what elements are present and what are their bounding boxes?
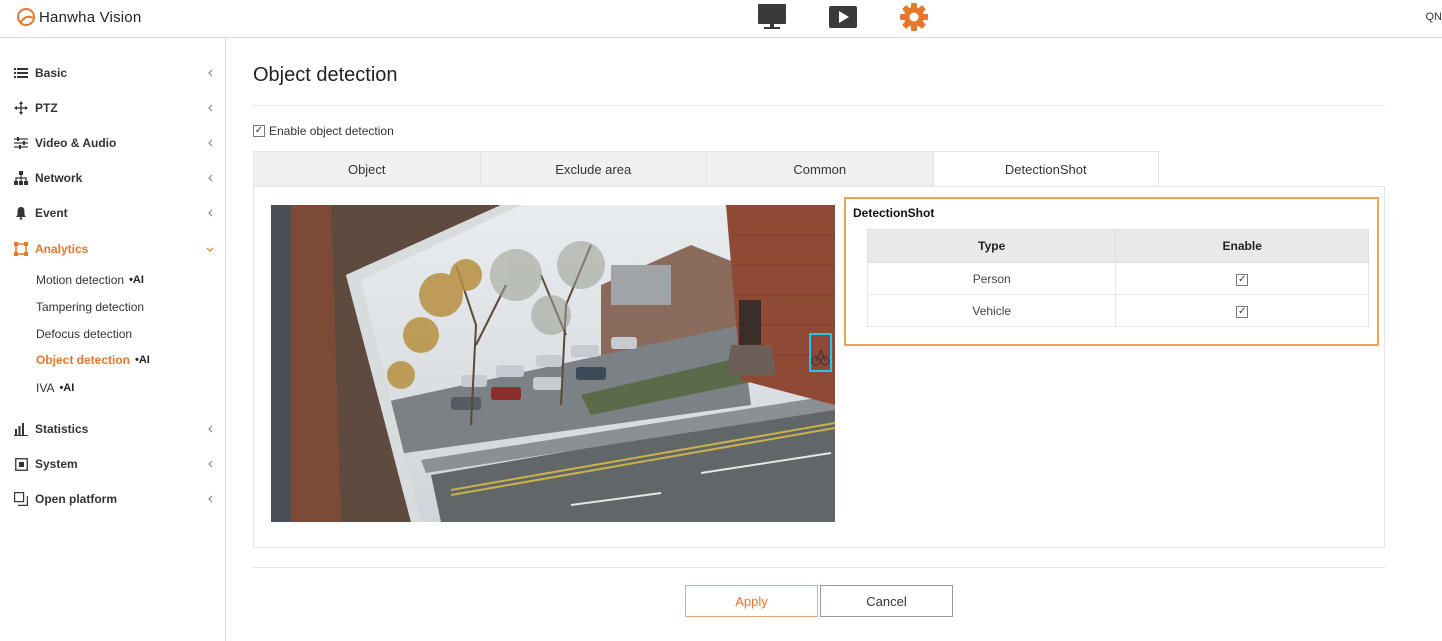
sidebar-item-label: Event (35, 206, 68, 220)
platform-icon (14, 492, 28, 506)
camera-preview[interactable] (271, 205, 835, 522)
ai-badge: •AI (135, 354, 150, 366)
detectionshot-table: Type Enable Person ✓ Vehicle ✓ (866, 229, 1369, 327)
sidebar-subitem-tampering-detection[interactable]: Tampering detection (36, 298, 144, 316)
play-icon (829, 6, 857, 28)
enable-object-detection-label: Enable object detection (269, 124, 394, 138)
main-content: Object detection ✓ Enable object detecti… (227, 38, 1442, 641)
camera-scene-image (271, 205, 835, 522)
bell-icon (14, 206, 28, 220)
list-icon (14, 66, 28, 80)
tab-exclude-area[interactable]: Exclude area (479, 151, 706, 187)
sidebar-item-ptz[interactable]: PTZ (0, 94, 226, 122)
sidebar-item-label: Open platform (35, 492, 118, 506)
sidebar-subitem-label: Defocus detection (36, 327, 133, 341)
title-divider (253, 105, 1385, 106)
detectionshot-section: DetectionShot Type Enable Person ✓ Vehic… (844, 197, 1379, 346)
sidebar-subitem-defocus-detection[interactable]: Defocus detection (36, 325, 132, 343)
sidebar-item-label: PTZ (35, 101, 58, 115)
table-row: Person ✓ (866, 262, 1369, 295)
sidebar-item-label: Network (35, 171, 83, 185)
sidebar-item-basic[interactable]: Basic (0, 59, 226, 87)
sidebar-item-open-platform[interactable]: Open platform (0, 485, 226, 513)
sidebar-subitem-object-detection[interactable]: Object detection •AI (36, 351, 150, 369)
sidebar-item-label: Analytics (35, 242, 89, 256)
gear-icon (900, 3, 928, 31)
system-icon (14, 457, 28, 471)
table-row: Vehicle ✓ (866, 294, 1369, 327)
tab-common[interactable]: Common (706, 151, 933, 187)
chevron-down-icon (206, 247, 214, 252)
sidebar-item-analytics[interactable]: Analytics (0, 235, 226, 263)
sidebar-subitem-motion-detection[interactable]: Motion detection •AI (36, 271, 144, 289)
hanwha-logo-icon (17, 8, 35, 26)
playback-button[interactable] (826, 2, 860, 32)
monitor-icon (758, 4, 786, 29)
footer-divider (253, 567, 1385, 568)
sidebar-subitem-label: Motion detection (36, 273, 125, 287)
sidebar-subitem-label: Tampering detection (36, 300, 145, 314)
detection-tabs: Object Exclude area Common DetectionShot (253, 151, 1159, 187)
sidebar-subitem-label: Object detection (36, 353, 131, 367)
live-view-button[interactable] (755, 2, 789, 32)
chevron-left-icon (208, 174, 213, 182)
column-header-enable: Enable (1115, 229, 1369, 263)
brand-name: Hanwha Vision (39, 8, 142, 26)
enable-object-detection-checkbox[interactable]: ✓ (253, 125, 265, 137)
ai-badge: •AI (129, 274, 144, 286)
top-header: Hanwha Vision QN (0, 0, 1442, 38)
chevron-left-icon (208, 104, 213, 112)
sidebar-item-label: Statistics (35, 422, 89, 436)
sidebar-item-label: Basic (35, 66, 68, 80)
enable-person-cell: ✓ (1115, 262, 1369, 295)
sidebar-item-video-audio[interactable]: Video & Audio (0, 129, 226, 157)
enable-person-checkbox[interactable]: ✓ (1236, 274, 1249, 286)
chevron-left-icon (208, 495, 213, 503)
chevron-left-icon (208, 69, 213, 77)
sidebar-item-label: System (35, 457, 78, 471)
cancel-button[interactable]: Cancel (820, 585, 953, 617)
ai-badge: •AI (59, 382, 75, 394)
tab-detectionshot[interactable]: DetectionShot (932, 151, 1159, 187)
column-header-type: Type (866, 229, 1117, 263)
top-nav (755, 2, 968, 32)
setup-button[interactable] (897, 2, 931, 32)
tab-object[interactable]: Object (253, 151, 480, 187)
sidebar-item-statistics[interactable]: Statistics (0, 415, 226, 443)
sliders-icon (14, 136, 28, 150)
chevron-left-icon (208, 139, 213, 147)
enable-vehicle-cell: ✓ (1115, 294, 1369, 327)
model-name: QN (1425, 11, 1442, 23)
sidebar: Basic PTZ Video & Audio Network Event An (0, 38, 226, 641)
enable-vehicle-checkbox[interactable]: ✓ (1236, 306, 1249, 318)
sidebar-subitem-iva[interactable]: IVA •AI (36, 379, 74, 397)
bar-chart-icon (14, 422, 28, 436)
sidebar-item-system[interactable]: System (0, 450, 226, 478)
move-icon (14, 101, 28, 115)
network-icon (14, 171, 28, 185)
brand-logo[interactable]: Hanwha Vision (15, 6, 141, 28)
chevron-left-icon (208, 425, 213, 433)
detectionshot-title: DetectionShot (853, 206, 935, 220)
sidebar-item-event[interactable]: Event (0, 199, 226, 227)
type-person: Person (866, 262, 1117, 295)
apply-button[interactable]: Apply (685, 585, 818, 617)
sidebar-subitem-label: IVA (36, 381, 55, 395)
chevron-left-icon (208, 460, 213, 468)
sidebar-item-network[interactable]: Network (0, 164, 226, 192)
sidebar-item-label: Video & Audio (35, 136, 117, 150)
analytics-icon (14, 242, 28, 256)
page-title: Object detection (253, 64, 398, 86)
table-header-row: Type Enable (866, 229, 1369, 263)
chevron-left-icon (208, 209, 213, 217)
enable-object-detection[interactable]: ✓ Enable object detection (253, 124, 394, 138)
tab-panel: DetectionShot Type Enable Person ✓ Vehic… (253, 186, 1385, 548)
type-vehicle: Vehicle (866, 294, 1117, 327)
